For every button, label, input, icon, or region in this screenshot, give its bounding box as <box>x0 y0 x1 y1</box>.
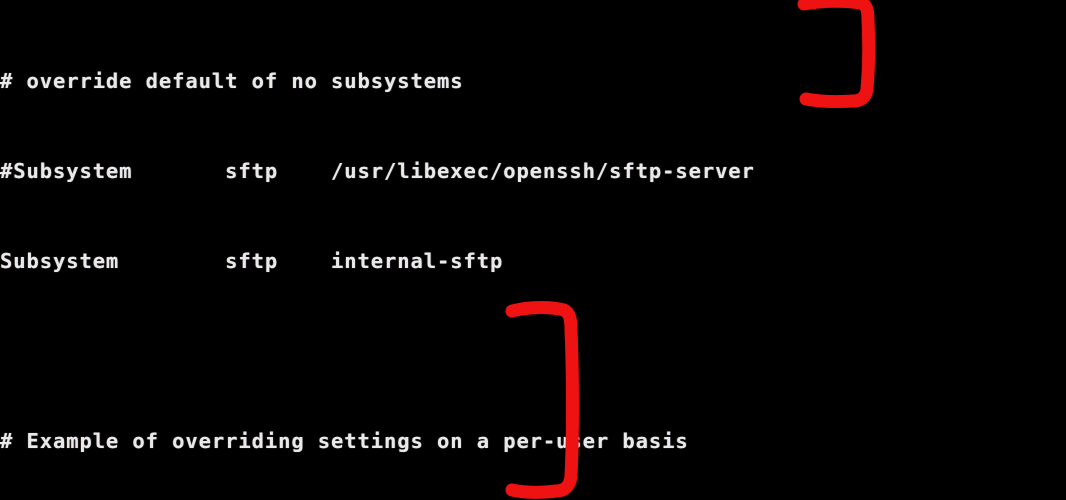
terminal-line: # override default of no subsystems <box>0 69 464 93</box>
terminal-screen: # override default of no subsystems #Sub… <box>0 0 1066 500</box>
terminal-line: # Example of overriding settings on a pe… <box>0 429 689 453</box>
terminal-line-list: # override default of no subsystems #Sub… <box>0 6 1066 500</box>
terminal-line: #Subsystem sftp /usr/libexec/openssh/sft… <box>0 159 755 183</box>
terminal-line: Subsystem sftp internal-sftp <box>0 249 504 273</box>
terminal-text-area[interactable]: # override default of no subsystems #Sub… <box>0 0 1066 500</box>
